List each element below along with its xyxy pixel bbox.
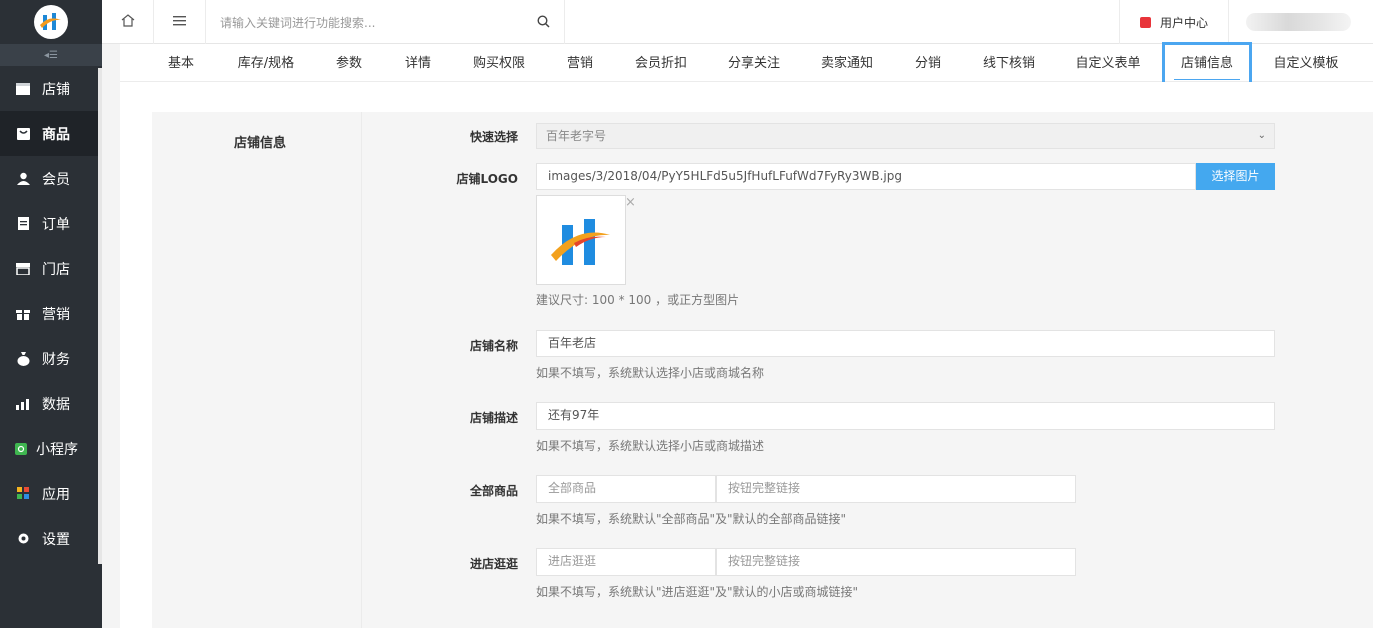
tab-basic[interactable]: 基本	[166, 44, 196, 82]
store-icon	[16, 82, 30, 96]
tab-custom-form[interactable]: 自定义表单	[1075, 44, 1141, 82]
main-content: 店铺信息 快速选择 百年老字号 ⌄ 店铺LOGO images/3/2018/0…	[120, 82, 1373, 628]
logo-label: 店铺LOGO	[456, 172, 518, 186]
panel-sidebar: 店铺信息	[152, 112, 362, 628]
visit-store-text-input[interactable]: 进店逛逛	[536, 548, 716, 576]
search-icon[interactable]	[537, 15, 550, 31]
choose-image-button[interactable]: 选择图片	[1196, 163, 1275, 190]
sidebar-nav: 店铺 商品 会员 订单 门店 营销 财务 数据 小程序 应用 设置	[0, 66, 102, 561]
section-title: 店铺信息	[234, 136, 287, 151]
sidebar-item-label: 门店	[42, 261, 70, 278]
sidebar-item-marketing[interactable]: 营销	[0, 291, 102, 336]
order-icon	[16, 217, 30, 231]
sidebar-item-label: 数据	[42, 396, 70, 413]
tab-member-discount[interactable]: 会员折扣	[634, 44, 688, 82]
store-desc-hint: 如果不填写，系统默认选择小店或商城描述	[536, 439, 765, 453]
store-desc-label: 店铺描述	[469, 411, 518, 425]
tab-share-follow[interactable]: 分享关注	[727, 44, 781, 82]
tab-offline-verify[interactable]: 线下核销	[982, 44, 1036, 82]
chevron-down-icon: ⌄	[1257, 130, 1266, 141]
quick-select-dropdown[interactable]: 百年老字号 ⌄	[536, 123, 1275, 149]
store-name-label: 店铺名称	[469, 339, 518, 353]
sidebar-item-label: 订单	[42, 216, 70, 233]
store-name-hint: 如果不填写，系统默认选择小店或商城名称	[536, 366, 765, 380]
tab-distribution[interactable]: 分销	[913, 44, 943, 82]
topbar: 请输入关键词进行功能搜索... 用户中心	[102, 0, 1373, 44]
store-desc-input[interactable]: 还有97年	[536, 402, 1275, 430]
sidebar-item-goods[interactable]: 商品	[0, 111, 102, 156]
visit-store-label: 进店逛逛	[469, 557, 518, 571]
gift-icon	[16, 307, 30, 321]
sidebar-item-label: 小程序	[36, 441, 78, 458]
quick-select-label: 快速选择	[469, 130, 518, 144]
tab-custom-template[interactable]: 自定义模板	[1273, 44, 1339, 82]
bar-chart-icon	[16, 397, 30, 411]
home-button[interactable]	[102, 0, 154, 44]
search-placeholder: 请输入关键词进行功能搜索...	[220, 15, 376, 30]
menu-button[interactable]	[154, 0, 206, 44]
user-center-button[interactable]: 用户中心	[1119, 0, 1229, 44]
sidebar-scrollbar[interactable]	[98, 68, 102, 564]
quick-select-value: 百年老字号	[546, 129, 607, 143]
remove-logo-icon[interactable]: ×	[625, 195, 636, 210]
goods-icon	[16, 127, 30, 141]
logo-thumbnail	[536, 195, 626, 285]
sidebar-item-label: 会员	[42, 171, 70, 188]
visit-store-hint: 如果不填写，系统默认"进店逛逛"及"默认的小店或商城链接"	[536, 585, 859, 599]
sidebar-item-data[interactable]: 数据	[0, 381, 102, 426]
tab-stock-spec[interactable]: 库存/规格	[236, 44, 296, 82]
hamburger-icon	[173, 15, 186, 29]
all-goods-hint: 如果不填写，系统默认"全部商品"及"默认的全部商品链接"	[536, 512, 847, 526]
sidebar-item-label: 设置	[42, 531, 70, 548]
tab-params[interactable]: 参数	[334, 44, 364, 82]
sidebar-item-member[interactable]: 会员	[0, 156, 102, 201]
sidebar-item-mini-program[interactable]: 小程序	[0, 426, 102, 471]
sidebar-item-store[interactable]: 店铺	[0, 66, 102, 111]
visit-store-link-input[interactable]: 按钮完整链接	[716, 548, 1076, 576]
tab-purchase-permission[interactable]: 购买权限	[472, 44, 526, 82]
tab-marketing[interactable]: 营销	[565, 44, 595, 82]
search-input[interactable]: 请输入关键词进行功能搜索...	[205, 0, 565, 44]
tab-details[interactable]: 详情	[403, 44, 433, 82]
user-center-label: 用户中心	[1160, 15, 1209, 30]
home-icon	[121, 14, 135, 30]
user-center-icon	[1140, 16, 1151, 28]
sidebar: ◂☰ 店铺 商品 会员 订单 门店 营销 财务 数据 小程序 应用 设置	[0, 0, 102, 628]
collapse-icon[interactable]: ◂☰	[0, 44, 102, 66]
sidebar-item-label: 营销	[42, 306, 70, 323]
sidebar-item-shop[interactable]: 门店	[0, 246, 102, 291]
sidebar-item-settings[interactable]: 设置	[0, 516, 102, 561]
all-goods-text-input[interactable]: 全部商品	[536, 475, 716, 503]
sidebar-item-label: 商品	[42, 126, 70, 143]
sidebar-item-label: 应用	[42, 486, 70, 503]
logo-area	[0, 0, 102, 44]
store-info-panel: 店铺信息 快速选择 百年老字号 ⌄ 店铺LOGO images/3/2018/0…	[152, 112, 1373, 628]
user-account[interactable]	[1246, 13, 1351, 31]
store-name-input[interactable]: 百年老店	[536, 330, 1275, 357]
sidebar-item-finance[interactable]: 财务	[0, 336, 102, 381]
tab-bar: 基本 库存/规格 参数 详情 购买权限 营销 会员折扣 分享关注 卖家通知 分销…	[120, 42, 1373, 90]
logo-path-input[interactable]: images/3/2018/04/PyY5HLFd5u5JfHufLFufWd7…	[536, 163, 1196, 190]
sidebar-item-label: 财务	[42, 351, 70, 368]
mini-program-icon	[14, 442, 28, 456]
sidebar-item-order[interactable]: 订单	[0, 201, 102, 246]
all-goods-link-input[interactable]: 按钮完整链接	[716, 475, 1076, 503]
gear-icon	[16, 532, 30, 546]
apps-icon	[16, 487, 30, 501]
member-icon	[16, 172, 30, 186]
money-bag-icon	[16, 351, 30, 366]
all-goods-label: 全部商品	[469, 484, 518, 498]
shop-icon	[16, 262, 30, 276]
tab-seller-notify[interactable]: 卖家通知	[820, 44, 874, 82]
brand-logo[interactable]	[34, 5, 68, 39]
logo-hint: 建议尺寸: 100 * 100 ，或正方型图片	[536, 293, 740, 307]
sidebar-item-apps[interactable]: 应用	[0, 471, 102, 516]
sidebar-item-label: 店铺	[42, 81, 70, 98]
